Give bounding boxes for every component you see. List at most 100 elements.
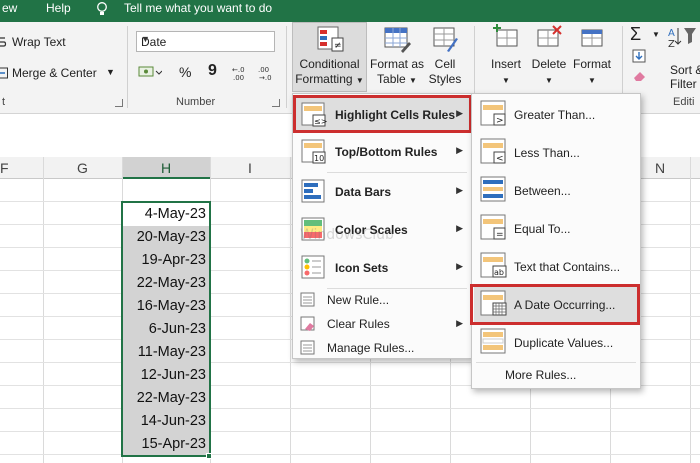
selection-border: [121, 201, 211, 457]
highlight-callout-border: [293, 95, 472, 133]
sort-filter-line2[interactable]: Filter: [670, 77, 697, 91]
sort-filter-line1[interactable]: Sort &: [670, 63, 700, 77]
submenu-item-label: More Rules...: [505, 368, 577, 382]
lightbulb-icon: [96, 1, 108, 20]
column-header-h[interactable]: H: [122, 157, 210, 179]
fill-icon[interactable]: [632, 49, 646, 66]
chevron-down-icon[interactable]: ▼: [652, 30, 660, 39]
highlight-callout-border: [470, 284, 640, 325]
format-label: Format: [572, 57, 611, 71]
format-as-table-line2: Table: [377, 72, 406, 86]
column-header-i[interactable]: I: [210, 157, 290, 179]
submenu-item-between[interactable]: Between...: [472, 172, 640, 210]
insert-label: Insert: [490, 57, 521, 71]
insert-button[interactable]: Insert ▼: [484, 24, 528, 88]
menu-separator: [476, 362, 636, 363]
sort-filter-icon[interactable]: AZ: [668, 24, 698, 53]
menu-item-label: Top/Bottom Rules: [335, 145, 438, 159]
submenu-item-label: Text that Contains...: [514, 260, 621, 274]
submenu-item-label: Duplicate Values...: [514, 336, 614, 350]
accounting-format-icon[interactable]: [138, 64, 163, 83]
submenu-arrow-icon: ▶: [456, 145, 463, 155]
menu-item-data-bars[interactable]: Data Bars ▶: [293, 174, 471, 210]
wrap-text-icon: [0, 36, 8, 51]
decrease-decimal-icon[interactable]: .00 →.0: [258, 65, 276, 84]
chevron-down-icon[interactable]: ▼: [106, 67, 115, 77]
number-format-dropdown[interactable]: Date ▼: [136, 31, 275, 52]
svg-text:=: =: [496, 230, 504, 240]
greater-than-icon: >: [480, 100, 508, 131]
menu-item-label: Manage Rules...: [327, 341, 415, 355]
svg-text:ab: ab: [494, 268, 504, 277]
increase-decimal-icon[interactable]: ←.0.00: [232, 65, 250, 84]
submenu-item-text-contains[interactable]: ab Text that Contains...: [472, 248, 640, 286]
submenu-item-less-than[interactable]: < Less Than...: [472, 134, 640, 172]
percent-style-button[interactable]: %: [179, 64, 191, 80]
clear-rules-icon: [299, 315, 317, 336]
number-group-label: Number: [176, 96, 216, 108]
submenu-item-duplicate-values[interactable]: Duplicate Values...: [472, 324, 640, 362]
group-divider: [286, 26, 287, 108]
autosum-icon[interactable]: Σ: [630, 24, 641, 45]
grid-line: [0, 431, 700, 432]
editing-group-label: Editi: [673, 96, 695, 108]
cell-styles-line1: Cell: [434, 57, 456, 71]
tell-me-search[interactable]: Tell me what you want to do: [124, 1, 272, 15]
cell-styles-button[interactable]: CellStyles ▼: [425, 24, 465, 103]
menu-item-icon-sets[interactable]: Icon Sets ▶: [293, 250, 471, 286]
fill-handle[interactable]: [206, 453, 212, 459]
insert-cells-icon: [484, 24, 528, 57]
column-header-g[interactable]: G: [43, 157, 122, 179]
menu-separator: [327, 172, 467, 173]
comma-style-button[interactable]: 9: [208, 62, 217, 80]
menu-item-manage-rules[interactable]: Manage Rules...: [293, 336, 471, 360]
grid-line: [0, 408, 700, 409]
submenu-item-label: Less Than...: [514, 146, 580, 160]
cell-styles-icon: [425, 24, 465, 57]
cf-label-line2: Formatting: [295, 72, 353, 86]
text-contains-icon: ab: [480, 252, 508, 283]
submenu-item-label: Greater Than...: [514, 108, 596, 122]
title-bar: ew Help Tell me what you want to do: [0, 0, 700, 22]
number-launcher[interactable]: [272, 99, 280, 107]
menu-item-new-rule[interactable]: New Rule...: [293, 288, 471, 312]
between-icon: [480, 176, 508, 207]
delete-button[interactable]: Delete ▼: [528, 24, 570, 88]
delete-label: Delete: [531, 57, 567, 71]
equal-to-icon: =: [480, 214, 508, 245]
svg-text:→.0: →.0: [259, 74, 272, 81]
alignment-group-label: t: [2, 96, 6, 108]
column-header-f[interactable]: F: [0, 157, 43, 179]
menu-item-clear-rules[interactable]: Clear Rules ▶: [293, 312, 471, 336]
submenu-arrow-icon: ▶: [456, 261, 463, 271]
format-as-table-icon: [368, 24, 426, 57]
alignment-launcher[interactable]: [115, 99, 123, 107]
conditional-formatting-content: ≠ Conditional Formatting ▼: [293, 24, 366, 88]
svg-text:.00: .00: [233, 74, 244, 81]
format-as-table-button[interactable]: Format as Table ▼: [368, 24, 426, 88]
menu-item-top-bottom-rules[interactable]: 10 Top/Bottom Rules ▶: [293, 134, 471, 170]
submenu-item-more-rules[interactable]: More Rules...: [472, 364, 640, 388]
format-as-table-line1: Format as: [369, 57, 424, 71]
merge-center-button[interactable]: Merge & Center: [12, 66, 97, 80]
tab-help[interactable]: Help: [46, 1, 71, 15]
wrap-text-button[interactable]: Wrap Text: [12, 35, 66, 49]
menu-item-label: Icon Sets: [335, 261, 389, 275]
menu-item-label: New Rule...: [327, 293, 390, 307]
group-divider: [127, 26, 128, 108]
format-button[interactable]: Format ▼: [570, 24, 614, 88]
conditional-formatting-icon: ≠: [293, 24, 366, 57]
svg-text:.00: .00: [258, 66, 269, 74]
watermark: WindowsClub: [300, 227, 394, 243]
cf-label-line1: Conditional: [299, 57, 360, 71]
svg-text:≠: ≠: [334, 41, 342, 51]
submenu-item-greater-than[interactable]: > Greater Than...: [472, 96, 640, 134]
tab-view[interactable]: ew: [2, 1, 17, 15]
grid-line: [290, 157, 291, 463]
grid-line: [690, 157, 691, 463]
menu-item-label: Data Bars: [335, 185, 392, 199]
svg-text:<: <: [496, 154, 504, 164]
format-cells-icon: [570, 24, 614, 57]
submenu-item-equal-to[interactable]: = Equal To...: [472, 210, 640, 248]
clear-eraser-icon[interactable]: [632, 70, 646, 85]
